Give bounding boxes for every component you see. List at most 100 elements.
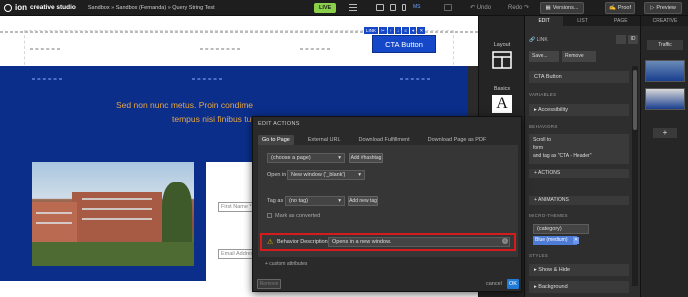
basics-label: Basics: [493, 86, 511, 92]
mark-converted-checkbox[interactable]: Mark as converted: [267, 213, 320, 219]
page-select[interactable]: (choose a page) ▾: [267, 153, 345, 163]
custom-attributes-link[interactable]: + custom attributes: [265, 261, 307, 267]
actions-section[interactable]: + ACTIONS: [529, 169, 629, 178]
grid-icon[interactable]: [444, 4, 452, 11]
panel-scrollbar[interactable]: [632, 66, 638, 286]
mobile-view-icon[interactable]: [402, 4, 406, 11]
hero-headline[interactable]: Sed non nunc metus. Proin condime: [116, 100, 253, 110]
redo-label: Redo: [508, 5, 523, 11]
behavior-line: Scroll to: [533, 137, 552, 143]
background-section[interactable]: ▸ Background: [529, 281, 629, 293]
desktop-view-icon[interactable]: [376, 4, 384, 11]
device-label: MS: [413, 4, 421, 10]
variables-header: VARIABLES: [529, 92, 557, 97]
tab-download-pdf[interactable]: Download Page as PDF: [424, 135, 491, 145]
theme-tag[interactable]: Blue (medium): [533, 236, 577, 245]
remove-action-button[interactable]: Remove: [257, 279, 281, 289]
tab-page[interactable]: PAGE: [602, 16, 640, 26]
brand-logo[interactable]: ion creative studio: [4, 3, 76, 12]
chevron-down-icon: ▾: [338, 155, 341, 161]
edit-actions-dialog: EDIT ACTIONS Go to Page External URL Dow…: [252, 116, 522, 292]
lead-form: [206, 162, 254, 297]
scrollbar-thumb[interactable]: [633, 70, 637, 130]
tab-external-url[interactable]: External URL: [304, 135, 345, 145]
preview-button[interactable]: ▷ Preview: [644, 2, 682, 14]
menu-icon[interactable]: ≡: [402, 27, 409, 34]
animations-section[interactable]: + ANIMATIONS: [529, 196, 629, 205]
layout-icon[interactable]: [492, 51, 512, 69]
page-select-value: (choose a page): [271, 155, 311, 161]
first-name-placeholder: First Name *: [221, 204, 252, 210]
hero-headline-line2[interactable]: tempus nisi finibus tur: [172, 114, 254, 124]
traffic-button[interactable]: Traffic: [647, 40, 683, 50]
show-hide-section[interactable]: ▸ Show & Hide: [529, 264, 629, 276]
window-row: [82, 198, 152, 200]
element-name-field[interactable]: CTA Button: [529, 71, 629, 83]
download-icon[interactable]: [616, 35, 626, 44]
tag-value: (no tag): [289, 198, 308, 204]
behavior-description-input[interactable]: Opens in a new window.: [328, 237, 510, 247]
ok-button[interactable]: OK: [507, 279, 519, 289]
link-tag[interactable]: LINK: [364, 27, 379, 34]
tablet-view-icon[interactable]: [390, 4, 396, 11]
add-hashtag-button[interactable]: Add #hashtag: [349, 153, 383, 163]
proof-button[interactable]: ✍ Proof: [605, 2, 635, 14]
open-in-select[interactable]: New window ('_blank') ▾: [287, 170, 365, 180]
warning-icon: ⚠: [267, 239, 274, 246]
redo-button[interactable]: Redo ↷: [508, 4, 529, 11]
proof-label: Proof: [617, 5, 631, 11]
cut-icon[interactable]: ✂: [379, 27, 387, 34]
versions-button[interactable]: ▦ Versions...: [540, 2, 584, 14]
placeholder-guide: [32, 78, 62, 80]
add-new-tag-button[interactable]: Add new tag: [348, 196, 378, 206]
add-page-button[interactable]: +: [653, 128, 677, 138]
accessibility-section[interactable]: ▸ Accessibility: [529, 104, 629, 116]
chevron-down-icon: ▾: [358, 172, 361, 178]
id-icon[interactable]: ID: [628, 35, 638, 44]
info-icon[interactable]: i: [502, 238, 508, 244]
email-placeholder: Email Addres: [221, 251, 254, 257]
tab-download-fulfillment[interactable]: Download Fulfillment: [355, 135, 414, 145]
placeholder-guide: [400, 78, 430, 80]
category-select[interactable]: (category): [533, 224, 589, 234]
remove-label: Remove: [565, 53, 584, 59]
live-status-badge[interactable]: LIVE: [314, 3, 337, 13]
remove-button[interactable]: Remove: [562, 51, 596, 62]
target-icon[interactable]: ⌖: [409, 27, 417, 34]
behavior-line: and tag as "CTA - Header": [533, 153, 592, 159]
element-type-label: LINK: [536, 37, 548, 43]
microthemes-header: MICRO-THEMES: [529, 213, 568, 218]
text-element-icon[interactable]: A: [492, 95, 512, 113]
list-icon[interactable]: [349, 4, 357, 11]
open-in-value: New window ('_blank'): [291, 172, 346, 178]
placeholder-guide: [192, 78, 222, 80]
tab-go-to-page[interactable]: Go to Page: [258, 135, 294, 145]
delete-icon[interactable]: ✕: [417, 27, 426, 34]
move-up-icon[interactable]: ↑: [387, 27, 395, 34]
tab-edit[interactable]: EDIT: [525, 16, 564, 26]
tag-select[interactable]: (no tag) ▾: [285, 196, 345, 206]
checkbox-icon: [267, 213, 272, 219]
cta-button[interactable]: CTA Button: [372, 35, 436, 53]
ion-wordmark: ion: [15, 3, 27, 12]
behavior-summary[interactable]: Scroll to form and tag as "CTA - Header": [529, 134, 629, 164]
tab-list[interactable]: LIST: [563, 16, 601, 26]
chevron-down-icon: ▾: [338, 198, 341, 204]
link-element-toolbar: LINK ✂ ↑ ↓ ≡ ⌖ ✕: [364, 27, 426, 34]
move-down-icon[interactable]: ↓: [395, 27, 402, 34]
page-thumbnail[interactable]: [645, 60, 685, 82]
cancel-link[interactable]: cancel: [486, 281, 502, 287]
remove-theme-icon[interactable]: ✕: [573, 237, 579, 244]
breadcrumb[interactable]: Sandbox » Sandbox (Fernanda) » Query Str…: [88, 5, 215, 11]
ion-logo-icon: [4, 3, 12, 12]
versions-label: Versions...: [552, 5, 579, 11]
behavior-line: form: [533, 145, 543, 151]
page-thumbnail[interactable]: [645, 88, 685, 110]
window-row: [82, 218, 152, 220]
layout-label: Layout: [493, 42, 511, 48]
save-button[interactable]: Save...: [529, 51, 559, 62]
building-photo[interactable]: [32, 162, 194, 266]
undo-button[interactable]: ↶ Undo: [470, 4, 491, 11]
lawn: [32, 242, 194, 266]
save-label: Save...: [532, 53, 548, 59]
